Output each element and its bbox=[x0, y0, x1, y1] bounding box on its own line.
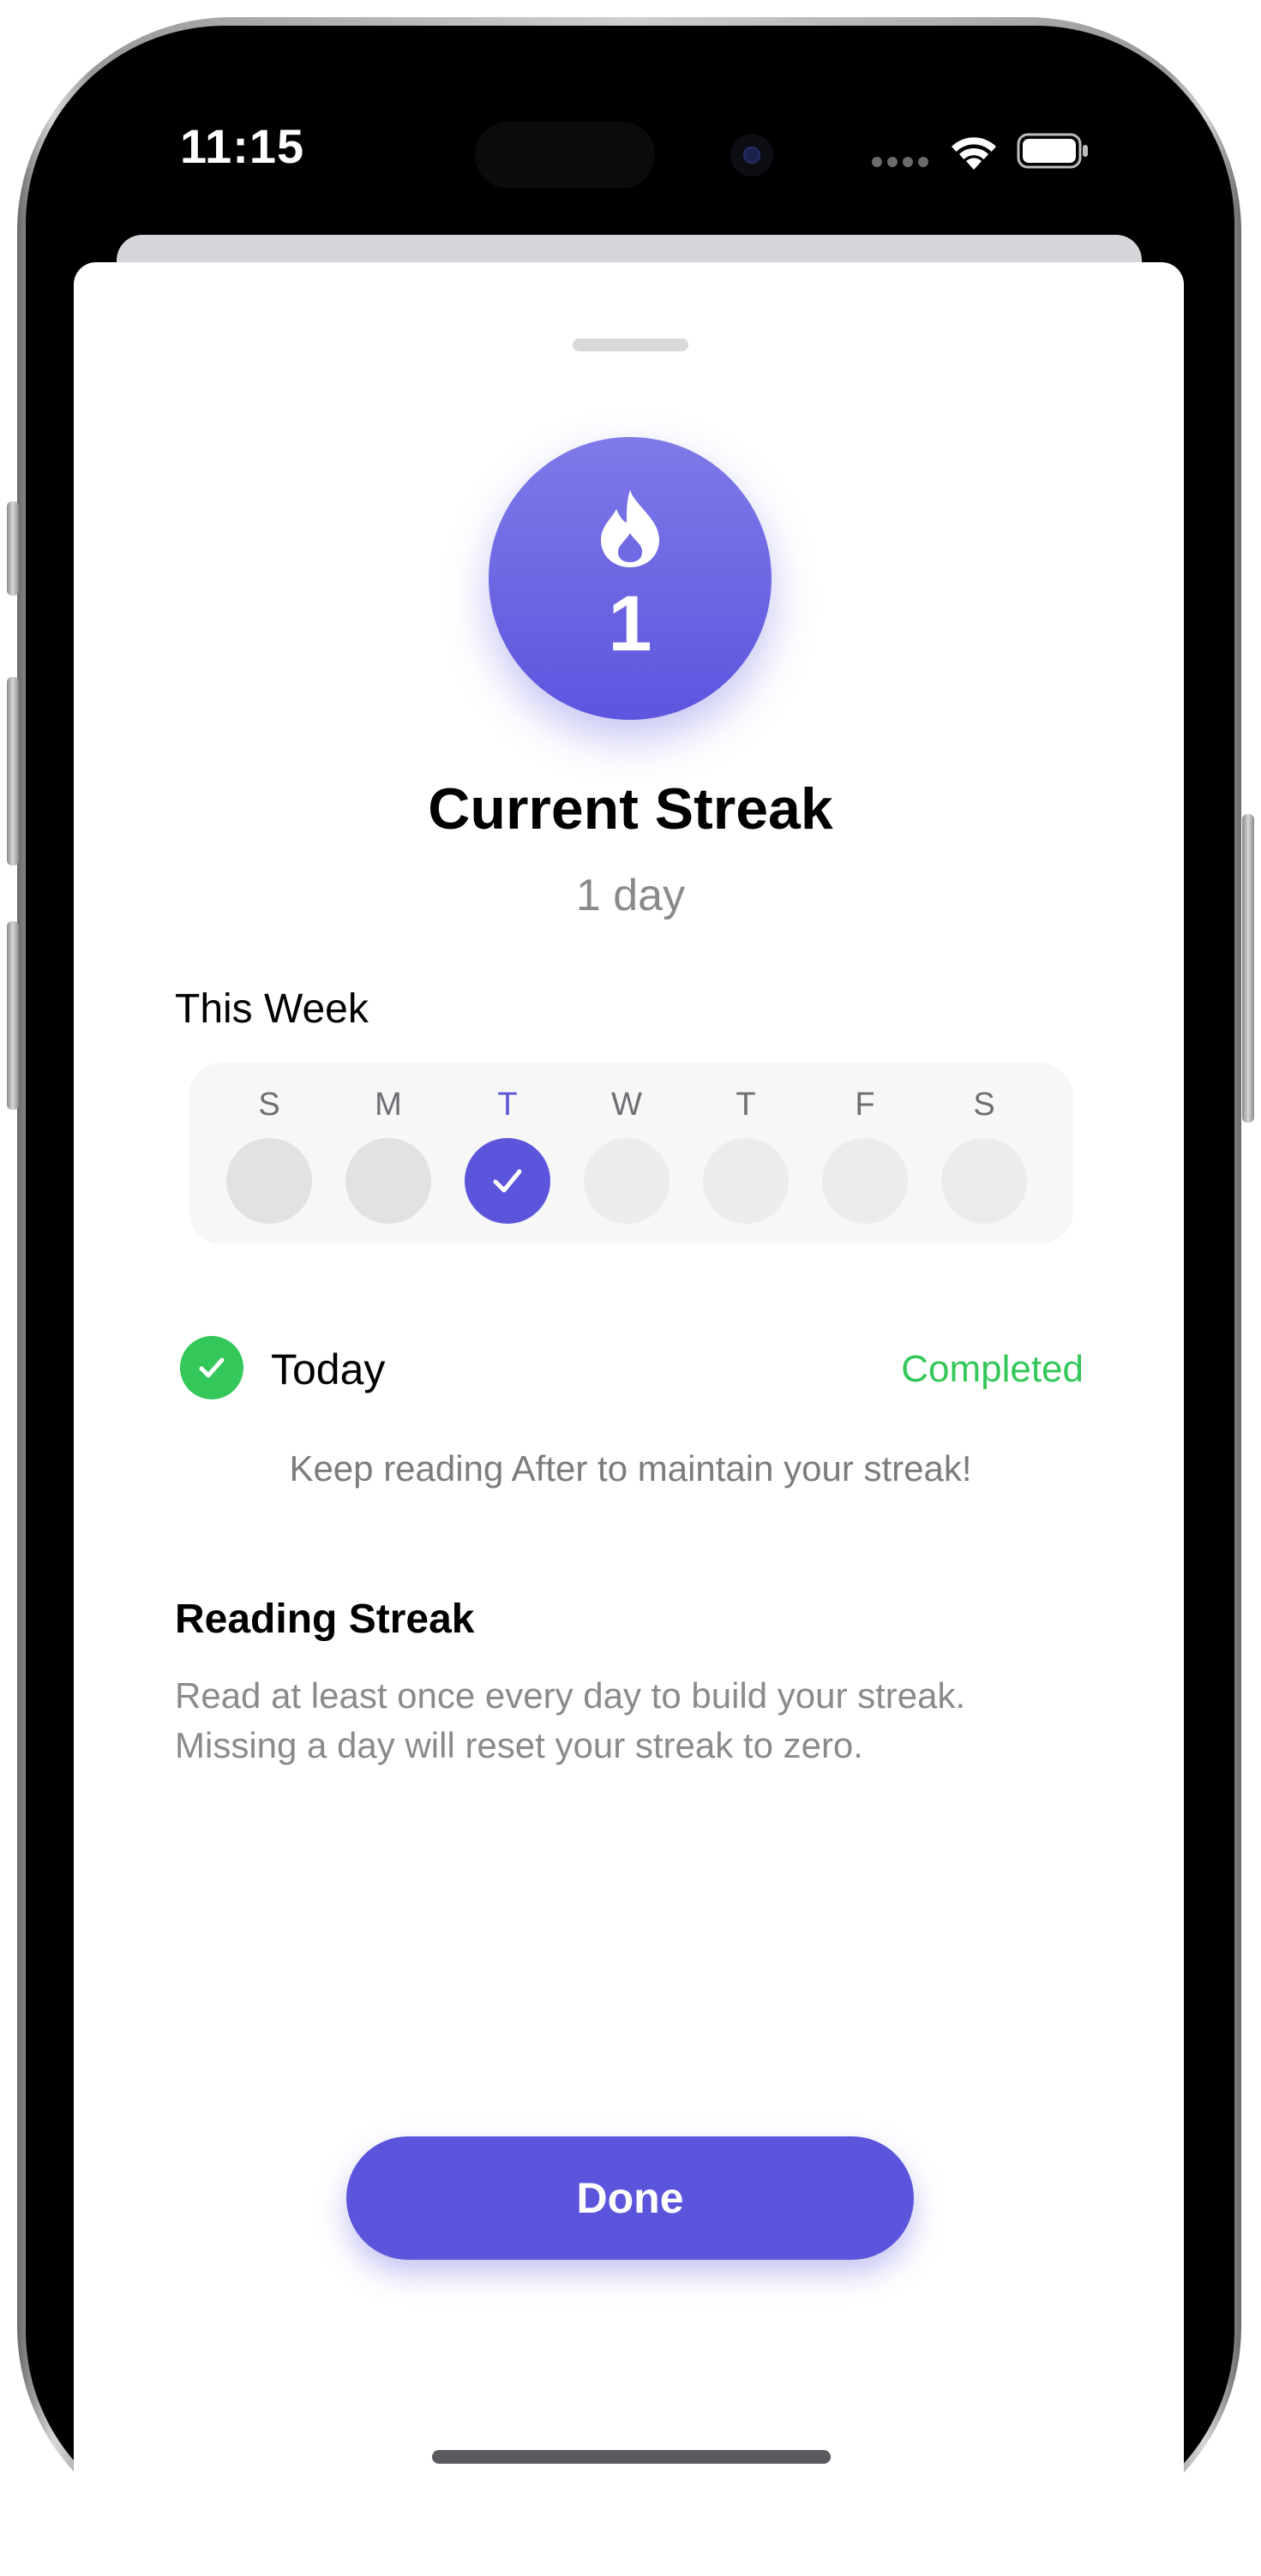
day-indicator bbox=[226, 1138, 312, 1224]
flame-icon bbox=[601, 490, 659, 567]
today-label: Today bbox=[271, 1345, 386, 1393]
info-title: Reading Streak bbox=[175, 1597, 475, 1642]
home-indicator[interactable] bbox=[432, 2450, 831, 2464]
day-tuesday: T bbox=[463, 1063, 552, 1244]
volume-down-button bbox=[7, 921, 19, 1110]
dynamic-island bbox=[475, 122, 655, 189]
action-button bbox=[7, 501, 19, 596]
today-status-row: Today Completed bbox=[175, 1333, 1084, 1401]
day-thursday: T bbox=[701, 1063, 790, 1244]
completed-status: Completed bbox=[901, 1348, 1084, 1390]
day-sunday: S bbox=[225, 1063, 314, 1244]
week-label: This Week bbox=[175, 986, 369, 1032]
day-indicator bbox=[941, 1138, 1027, 1224]
done-button[interactable]: Done bbox=[346, 2136, 914, 2260]
day-saturday: S bbox=[940, 1063, 1029, 1244]
day-letter: T bbox=[497, 1087, 518, 1123]
day-letter: M bbox=[375, 1087, 402, 1123]
day-indicator bbox=[345, 1138, 431, 1224]
sheet-grabber[interactable] bbox=[573, 338, 688, 351]
signal-icon bbox=[872, 157, 932, 169]
info-line: Read at least once every day to build yo… bbox=[175, 1675, 966, 1716]
streak-badge: 1 bbox=[489, 437, 772, 720]
week-calendar: S M T W T F S bbox=[189, 1063, 1073, 1244]
day-indicator bbox=[584, 1138, 670, 1224]
wifi-icon bbox=[952, 137, 996, 170]
day-letter: F bbox=[855, 1087, 875, 1123]
check-circle-icon bbox=[180, 1336, 243, 1399]
checkmark-icon bbox=[199, 1357, 225, 1378]
day-letter: S bbox=[973, 1087, 995, 1123]
info-body: Read at least once every day to build yo… bbox=[175, 1671, 1118, 1770]
status-time: 11:15 bbox=[180, 119, 305, 173]
camera-icon bbox=[730, 134, 773, 177]
day-letter: T bbox=[736, 1087, 756, 1123]
streak-days: 1 day bbox=[575, 871, 686, 920]
info-line: Missing a day will reset your streak to … bbox=[175, 1725, 863, 1765]
encouragement-text: Keep reading After to maintain your stre… bbox=[289, 1448, 972, 1489]
power-button bbox=[1242, 814, 1254, 1123]
day-indicator-completed bbox=[465, 1138, 550, 1224]
day-indicator bbox=[822, 1138, 908, 1224]
day-monday: M bbox=[344, 1063, 433, 1244]
day-letter: W bbox=[611, 1087, 642, 1123]
streak-count: 1 bbox=[608, 580, 652, 668]
day-friday: F bbox=[820, 1063, 910, 1244]
day-wednesday: W bbox=[582, 1063, 671, 1244]
page-title: Current Streak bbox=[428, 776, 833, 842]
day-indicator bbox=[703, 1138, 789, 1224]
battery-icon bbox=[1017, 133, 1088, 169]
day-letter: S bbox=[258, 1087, 280, 1123]
checkmark-icon bbox=[493, 1169, 522, 1193]
